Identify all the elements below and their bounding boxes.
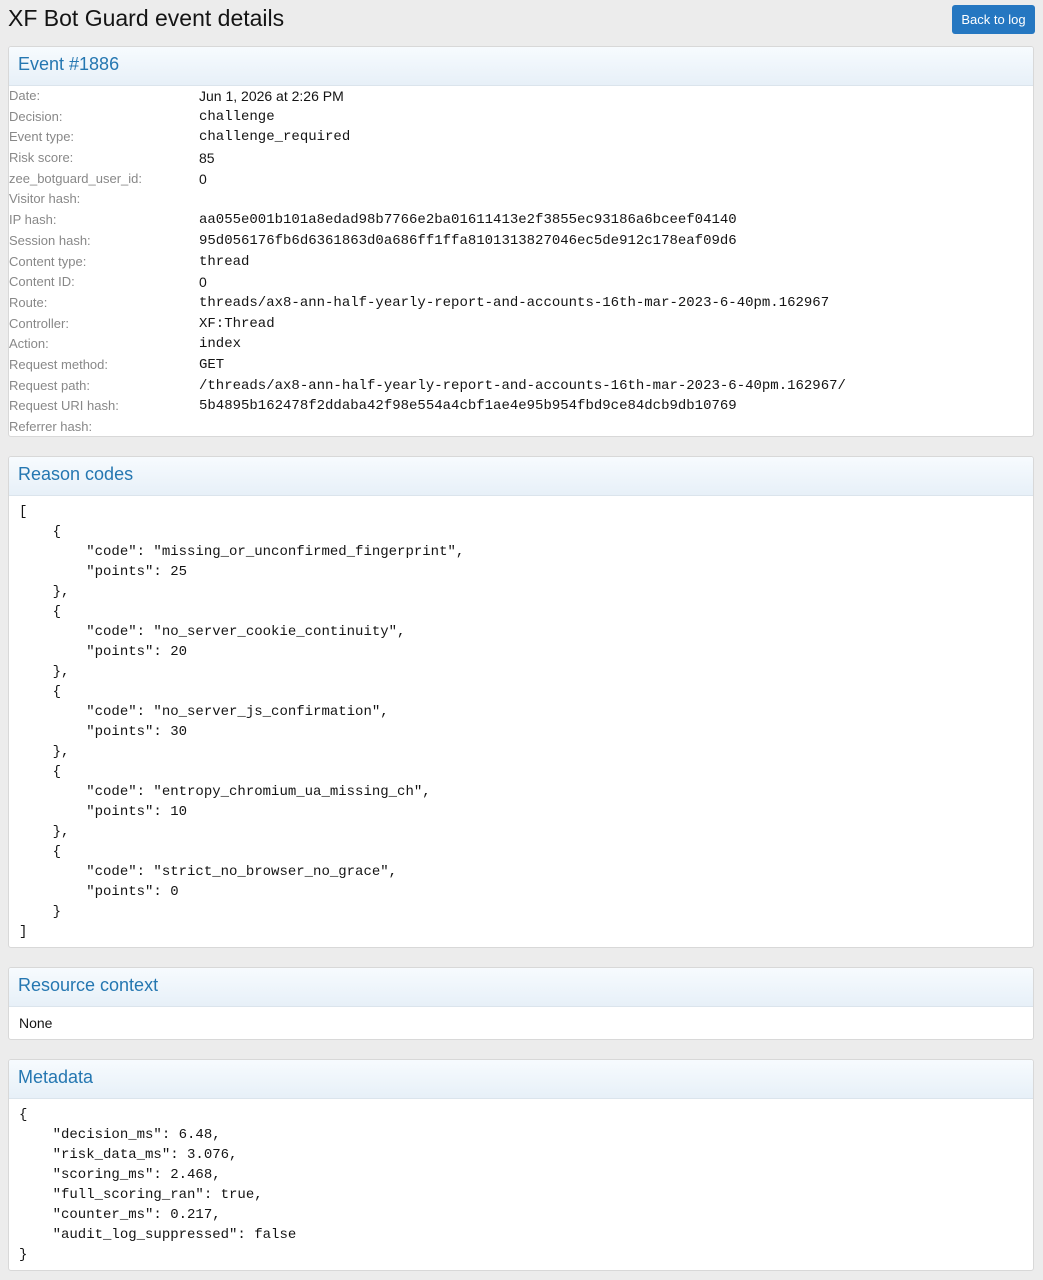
detail-value: challenge bbox=[199, 108, 275, 125]
detail-value: 0 bbox=[199, 170, 207, 187]
detail-value: thread bbox=[199, 253, 250, 270]
detail-label: Content type: bbox=[9, 253, 87, 269]
detail-label: Referrer hash: bbox=[9, 419, 93, 434]
detail-row: Content ID: 0 bbox=[9, 272, 1033, 293]
detail-row: Request method: GET bbox=[9, 355, 1033, 376]
detail-label: Visitor hash: bbox=[9, 191, 81, 207]
reason-codes-block: Reason codes [ { "code": "missing_or_unc… bbox=[8, 456, 1034, 948]
metadata-json: { "decision_ms": 6.48, "risk_data_ms": 3… bbox=[19, 1107, 297, 1263]
detail-row: Risk score: 85 bbox=[9, 148, 1033, 169]
detail-value: GET bbox=[199, 356, 225, 373]
detail-label: Event type: bbox=[9, 129, 75, 145]
detail-label: IP hash: bbox=[9, 212, 57, 228]
detail-value: aa055e001b101a8edad98b7766e2ba01611413e2… bbox=[199, 212, 737, 229]
detail-value: 85 bbox=[199, 150, 215, 167]
page-title: XF Bot Guard event details bbox=[8, 5, 285, 31]
event-heading: Event #1886 bbox=[9, 47, 1033, 86]
event-detail-list: Date: Jun 1, 2026 at 2:26 PM Decision: chal… bbox=[9, 86, 1033, 436]
detail-value: 5b4895b162478f2ddaba42f98e554a4cbf1ae4e9… bbox=[199, 398, 737, 415]
detail-value: 95d056176fb6d6361863d0a686ff1ffa81013138… bbox=[199, 232, 737, 249]
detail-label: Action: bbox=[9, 336, 49, 352]
reason-codes-json: [ { "code": "missing_or_unconfirmed_fing… bbox=[19, 504, 465, 940]
detail-value: XF:Thread bbox=[199, 315, 275, 332]
detail-value: challenge_required bbox=[199, 129, 351, 146]
detail-label: Decision: bbox=[9, 108, 63, 124]
metadata-heading: Metadata bbox=[9, 1060, 1033, 1099]
detail-value: Jun 1, 2026 at 2:26 PM bbox=[199, 88, 344, 104]
detail-row: Request URI hash: 5b4895b162478f2ddaba42f… bbox=[9, 396, 1033, 417]
detail-row: Action: index bbox=[9, 334, 1033, 355]
resource-context-heading: Resource context bbox=[9, 968, 1033, 1007]
detail-label: Request URI hash: bbox=[9, 398, 119, 414]
detail-value: threads/ax8-ann-half-yearly-report-and-a… bbox=[199, 294, 830, 311]
detail-value: index bbox=[199, 336, 242, 353]
detail-label: Session hash: bbox=[9, 232, 91, 248]
page-header: XF Bot Guard event details Back to log bbox=[0, 0, 1043, 40]
detail-row: Date: Jun 1, 2026 at 2:26 PM bbox=[9, 86, 1033, 107]
event-details-block: Event #1886 Date: Jun 1, 2026 at 2:26 PM D… bbox=[8, 46, 1034, 437]
detail-label: zee_botguard_user_id: bbox=[9, 170, 142, 186]
detail-row: Session hash: 95d056176fb6d6361863d0a686f… bbox=[9, 231, 1033, 252]
resource-context-block: Resource context None bbox=[8, 967, 1034, 1040]
detail-row: zee_botguard_user_id: 0 bbox=[9, 169, 1033, 190]
detail-value: /threads/ax8-ann-half-yearly-report-and-… bbox=[199, 377, 846, 394]
resource-context-value: None bbox=[19, 1015, 53, 1031]
detail-label: Route: bbox=[9, 294, 48, 310]
back-to-log-button[interactable]: Back to log bbox=[952, 5, 1035, 34]
detail-row: Referrer hash: bbox=[9, 417, 1033, 436]
detail-label: Request method: bbox=[9, 356, 109, 372]
detail-label: Request path: bbox=[9, 377, 90, 393]
detail-value: 0 bbox=[199, 274, 207, 291]
detail-label: Controller: bbox=[9, 315, 69, 331]
detail-row: Event type: challenge_required bbox=[9, 127, 1033, 148]
detail-row: Visitor hash: bbox=[9, 189, 1033, 210]
detail-row: Content type: thread bbox=[9, 252, 1033, 273]
detail-label: Risk score: bbox=[9, 150, 74, 166]
detail-row: Decision: challenge bbox=[9, 107, 1033, 128]
detail-row: Request path: /threads/ax8-ann-half-yearl… bbox=[9, 376, 1033, 397]
detail-row: IP hash: aa055e001b101a8edad98b7766e2ba01… bbox=[9, 210, 1033, 231]
detail-row: Controller: XF:Thread bbox=[9, 314, 1033, 335]
detail-label: Content ID: bbox=[9, 274, 75, 290]
detail-label: Date: bbox=[9, 88, 41, 103]
reason-codes-heading: Reason codes bbox=[9, 457, 1033, 496]
metadata-block: Metadata { "decision_ms": 6.48, "risk_da… bbox=[8, 1059, 1034, 1271]
detail-row: Route: threads/ax8-ann-half-yearly-report… bbox=[9, 293, 1033, 314]
